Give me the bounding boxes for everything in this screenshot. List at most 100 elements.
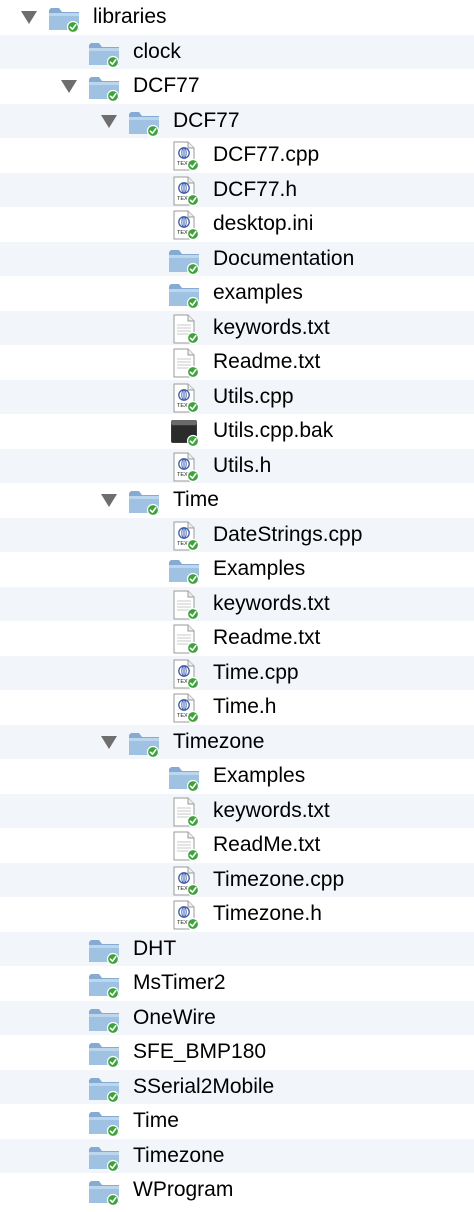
folder-row[interactable]: Documentation <box>0 241 474 276</box>
item-label: DCF77 <box>173 108 240 132</box>
source-file-icon: TEXT <box>167 141 203 172</box>
file-tree: libraries clock DCF77 DCF77 TEXT DCF77.c… <box>0 0 474 1208</box>
folder-row[interactable]: DCF77 <box>0 69 474 104</box>
folder-icon <box>87 38 123 68</box>
item-label: desktop.ini <box>213 212 314 235</box>
folder-icon <box>87 1004 123 1034</box>
folder-icon <box>127 107 163 137</box>
file-row[interactable]: TEXT desktop.ini <box>0 207 474 242</box>
folder-row[interactable]: examples <box>0 276 474 311</box>
text-document-icon <box>167 590 203 620</box>
item-label: Utils.h <box>213 453 272 477</box>
file-row[interactable]: keywords.txt <box>0 310 474 345</box>
disclosure-expanded-icon[interactable] <box>61 80 77 94</box>
folder-icon <box>167 245 203 275</box>
folder-row[interactable]: libraries <box>0 0 474 35</box>
folder-icon <box>127 486 163 517</box>
item-label: Examples <box>213 764 306 787</box>
folder-row[interactable]: DHT <box>0 931 474 966</box>
item-label: Time <box>133 1109 179 1132</box>
item-label: DateStrings.cpp <box>213 522 363 546</box>
folder-row[interactable]: DCF77 <box>0 103 474 138</box>
folder-icon <box>87 1073 123 1103</box>
item-label: DCF77.cpp <box>213 143 320 166</box>
item-label: Documentation <box>213 246 355 270</box>
folder-row[interactable]: Examples <box>0 759 474 794</box>
item-label: DCF77.h <box>213 177 298 201</box>
item-label: ReadMe.txt <box>213 833 321 856</box>
item-label: SSerial2Mobile <box>133 1074 275 1098</box>
file-row[interactable]: TEXT DCF77.h <box>0 172 474 207</box>
text-document-icon <box>167 624 203 655</box>
source-file-icon: TEXT <box>167 866 203 896</box>
source-file-icon: TEXT <box>167 383 203 413</box>
file-row[interactable]: TEXT Time.h <box>0 690 474 725</box>
file-row[interactable]: keywords.txt <box>0 586 474 621</box>
folder-row[interactable]: MsTimer2 <box>0 966 474 1001</box>
folder-icon <box>87 935 123 965</box>
item-label: clock <box>133 39 181 63</box>
item-label: Examples <box>213 557 306 580</box>
text-document-icon <box>167 314 203 344</box>
file-row[interactable]: Readme.txt <box>0 345 474 380</box>
folder-row[interactable]: Time <box>0 483 474 518</box>
disclosure-expanded-icon[interactable] <box>101 114 117 128</box>
folder-row[interactable]: WProgram <box>0 1173 474 1208</box>
folder-icon <box>87 1142 123 1172</box>
file-row[interactable]: TEXT Timezone.h <box>0 897 474 932</box>
folder-row[interactable]: OneWire <box>0 1000 474 1035</box>
folder-row[interactable]: clock <box>0 34 474 69</box>
folder-icon <box>127 728 163 758</box>
folder-row[interactable]: Time <box>0 1104 474 1139</box>
item-label: Timezone.cpp <box>213 867 345 891</box>
item-label: DHT <box>133 936 177 960</box>
file-row[interactable]: TEXT Utils.h <box>0 448 474 483</box>
item-label: Timezone <box>173 729 265 753</box>
item-label: Utils.cpp.bak <box>213 419 334 442</box>
folder-row[interactable]: Timezone <box>0 1138 474 1173</box>
folder-icon <box>87 1038 123 1069</box>
text-document-icon <box>167 797 203 827</box>
file-row[interactable]: Readme.txt <box>0 621 474 656</box>
source-file-icon: TEXT <box>167 900 203 931</box>
folder-icon <box>87 1107 123 1138</box>
folder-row[interactable]: Timezone <box>0 724 474 759</box>
item-label: libraries <box>93 5 167 28</box>
item-label: Time.cpp <box>213 660 299 684</box>
item-label: DCF77 <box>133 74 200 97</box>
file-row[interactable]: keywords.txt <box>0 793 474 828</box>
item-label: Timezone <box>133 1143 225 1167</box>
source-file-icon: TEXT <box>167 452 203 482</box>
item-label: keywords.txt <box>213 591 330 615</box>
disclosure-expanded-icon[interactable] <box>101 494 117 508</box>
file-row[interactable]: TEXT Timezone.cpp <box>0 862 474 897</box>
folder-icon <box>87 969 123 1000</box>
folder-row[interactable]: SSerial2Mobile <box>0 1069 474 1104</box>
text-document-icon <box>167 831 203 862</box>
item-label: examples <box>213 281 303 304</box>
item-label: Time <box>173 488 219 511</box>
item-label: Time.h <box>213 695 277 718</box>
item-label: SFE_BMP180 <box>133 1040 267 1063</box>
file-row[interactable]: TEXT DCF77.cpp <box>0 138 474 173</box>
item-label: MsTimer2 <box>133 971 226 994</box>
folder-icon <box>167 555 203 586</box>
binary-file-icon <box>167 417 203 448</box>
item-label: Timezone.h <box>213 902 322 925</box>
file-row[interactable]: Utils.cpp.bak <box>0 414 474 449</box>
disclosure-expanded-icon[interactable] <box>101 735 117 749</box>
file-row[interactable]: TEXT DateStrings.cpp <box>0 517 474 552</box>
folder-icon <box>87 1176 123 1207</box>
folder-icon <box>47 3 83 34</box>
item-label: Utils.cpp <box>213 384 294 408</box>
source-file-icon: TEXT <box>167 210 203 241</box>
file-row[interactable]: TEXT Utils.cpp <box>0 379 474 414</box>
file-row[interactable]: ReadMe.txt <box>0 828 474 863</box>
folder-icon <box>87 72 123 103</box>
disclosure-expanded-icon[interactable] <box>21 11 37 25</box>
file-row[interactable]: TEXT Time.cpp <box>0 655 474 690</box>
folder-icon <box>167 762 203 793</box>
source-file-icon: TEXT <box>167 521 203 551</box>
folder-row[interactable]: SFE_BMP180 <box>0 1035 474 1070</box>
folder-row[interactable]: Examples <box>0 552 474 587</box>
